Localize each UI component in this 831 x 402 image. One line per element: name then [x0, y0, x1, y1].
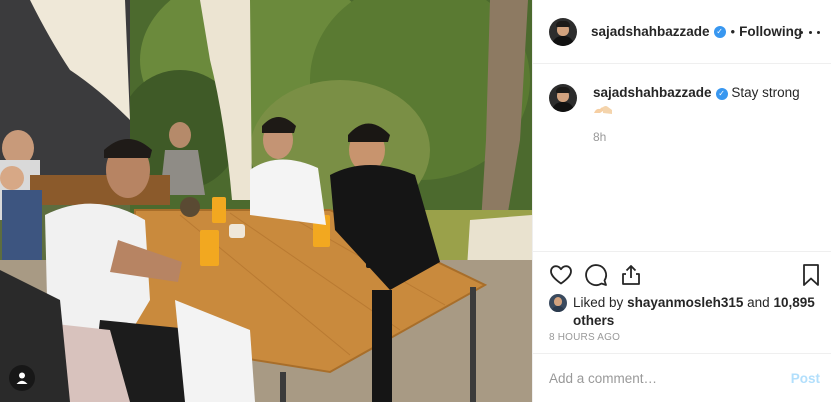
post-photo[interactable] [0, 0, 532, 402]
verified-icon: ✓ [715, 88, 728, 100]
likes-text: Liked by shayanmosleh315 and 10,895 othe… [549, 294, 819, 330]
caption-username[interactable]: sajadshahbazzade [593, 85, 712, 100]
caption-text: Stay strong [731, 85, 800, 100]
flexed-biceps-emoji [593, 103, 819, 117]
comment-input[interactable] [549, 370, 783, 386]
following-button[interactable]: Following [739, 24, 802, 39]
likes-and: and [747, 295, 770, 310]
user-tag-icon [16, 372, 28, 384]
heart-icon[interactable] [549, 263, 575, 289]
post-timestamp[interactable]: 8 HOURS AGO [549, 332, 620, 343]
caption-comment: sajadshahbazzade ✓ Stay strong 8h [549, 84, 819, 144]
caption-author-avatar[interactable] [549, 84, 577, 112]
more-options-icon[interactable] [800, 22, 820, 42]
liked-by-prefix: Liked by [573, 295, 624, 310]
photo-scene [0, 0, 532, 402]
liker-avatar[interactable] [549, 294, 567, 312]
caption-relative-time[interactable]: 8h [593, 130, 606, 144]
flexed-biceps-icon [594, 106, 612, 114]
post-side-panel: sajadshahbazzade ✓ • Following sajadshah… [532, 0, 831, 402]
likes-summary: Liked by shayanmosleh315 and 10,895 othe… [549, 294, 819, 330]
post-actions-section: Liked by shayanmosleh315 and 10,895 othe… [533, 251, 831, 351]
user-tag-button[interactable] [9, 365, 35, 391]
post-header: sajadshahbazzade ✓ • Following [533, 0, 831, 64]
author-username[interactable]: sajadshahbazzade [591, 24, 710, 39]
add-comment-form: Post [533, 353, 831, 402]
separator-dot: • [730, 24, 736, 39]
author-avatar[interactable] [549, 17, 577, 46]
post-comment-button[interactable]: Post [791, 371, 820, 386]
liker-username[interactable]: shayanmosleh315 [627, 295, 743, 310]
bookmark-icon[interactable] [799, 263, 825, 289]
action-icons-row [549, 263, 821, 289]
caption-text-line: sajadshahbazzade ✓ Stay strong [593, 84, 819, 102]
comment-icon[interactable] [584, 263, 610, 289]
share-icon[interactable] [619, 263, 645, 289]
verified-icon: ✓ [713, 25, 726, 38]
